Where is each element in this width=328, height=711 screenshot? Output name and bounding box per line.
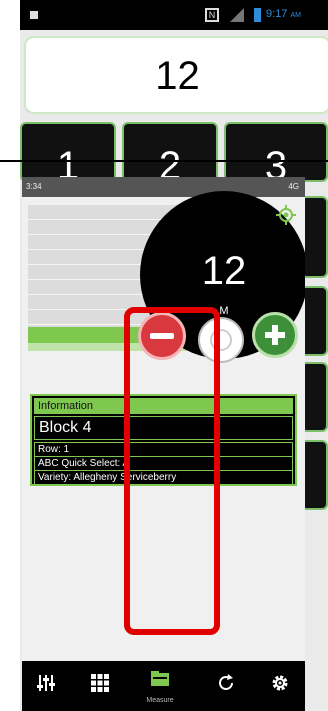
measure-value: 12 [201, 249, 247, 293]
battery-icon [254, 8, 261, 22]
nav-settings[interactable] [260, 661, 300, 711]
front-status-bar: 3:34 4G [22, 177, 305, 197]
red-highlight-box [124, 307, 220, 635]
nfc-icon: N [205, 8, 219, 22]
refresh-icon [219, 674, 233, 690]
key-2[interactable]: 2 [122, 122, 218, 188]
nav-grid[interactable] [80, 661, 120, 711]
key-3[interactable]: 3 [224, 122, 328, 188]
increment-button[interactable] [252, 312, 298, 358]
nav-measure-label: Measure [146, 697, 174, 704]
front-status-network: 4G [288, 182, 299, 191]
signal-icon [230, 8, 244, 22]
back-status-bar: N 9:17 AM [20, 0, 328, 30]
display-value: 12 [155, 54, 200, 98]
nav-measure[interactable]: Measure [140, 661, 180, 711]
nav-settings-sliders[interactable] [26, 661, 66, 711]
bottom-nav: Measure [22, 661, 305, 711]
gear-icon [272, 675, 288, 691]
location-target-icon[interactable] [276, 205, 296, 225]
value-display: 12 [24, 36, 328, 114]
folder-icon [151, 671, 169, 686]
back-status-time: 9:17 AM [266, 8, 301, 20]
front-status-time: 3:34 [26, 182, 42, 191]
key-1[interactable]: 1 [20, 122, 116, 188]
nav-refresh[interactable] [206, 661, 246, 711]
divider-line [0, 160, 328, 162]
grid-icon [91, 674, 109, 692]
notification-icon [30, 11, 38, 19]
sliders-icon [37, 675, 55, 691]
